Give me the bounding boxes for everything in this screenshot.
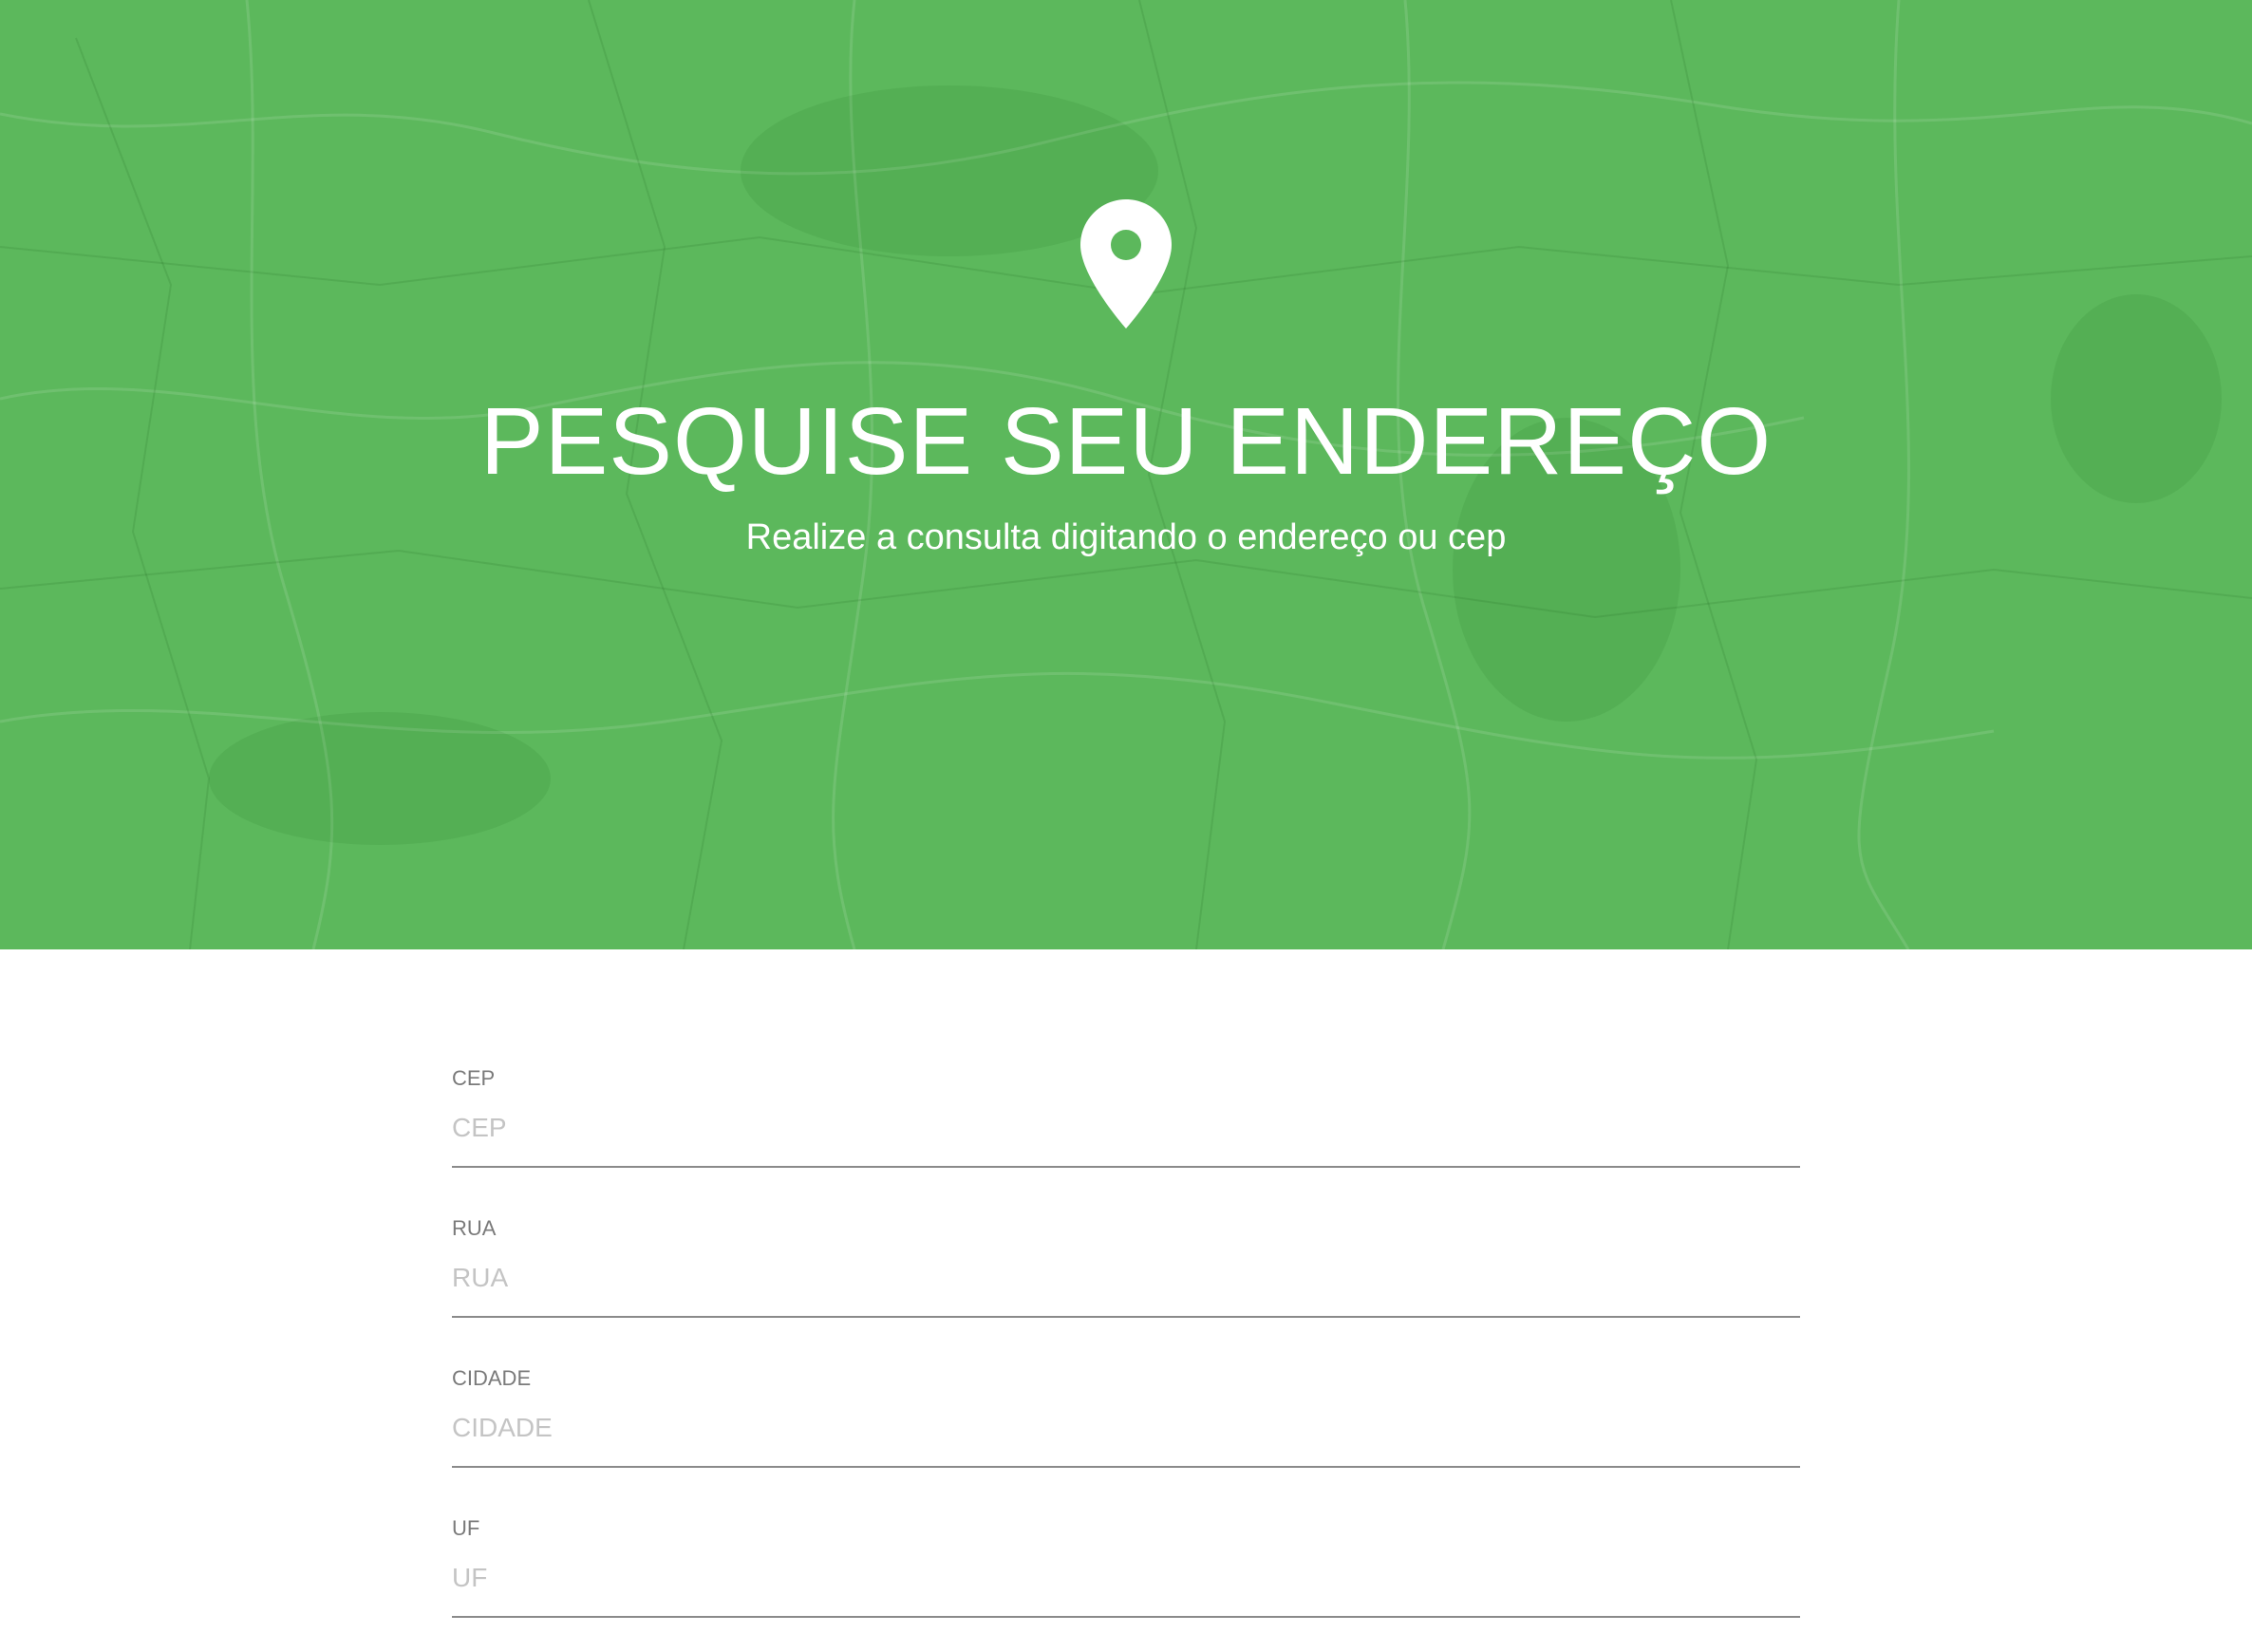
hero-banner: PESQUISE SEU ENDEREÇO Realize a consulta… bbox=[0, 0, 2252, 949]
cidade-field-group: CIDADE bbox=[452, 1344, 1800, 1494]
map-pin-icon bbox=[1080, 199, 1172, 329]
uf-field-group: UF bbox=[452, 1494, 1800, 1644]
rua-label: RUA bbox=[452, 1216, 497, 1240]
rua-field-group: RUA bbox=[452, 1194, 1800, 1344]
cidade-label: CIDADE bbox=[452, 1366, 532, 1390]
cep-input[interactable] bbox=[452, 1105, 1800, 1168]
rua-input[interactable] bbox=[452, 1255, 1800, 1318]
page-subtitle: Realize a consulta digitando o endereço … bbox=[745, 517, 1507, 557]
uf-input[interactable] bbox=[452, 1555, 1800, 1618]
cep-field-group: CEP bbox=[452, 1044, 1800, 1194]
uf-label: UF bbox=[452, 1516, 480, 1540]
page-title: PESQUISE SEU ENDEREÇO bbox=[479, 388, 1773, 495]
address-search-form: CEP RUA CIDADE UF bbox=[452, 1044, 1800, 1644]
cep-label: CEP bbox=[452, 1066, 496, 1090]
cidade-input[interactable] bbox=[452, 1405, 1800, 1468]
